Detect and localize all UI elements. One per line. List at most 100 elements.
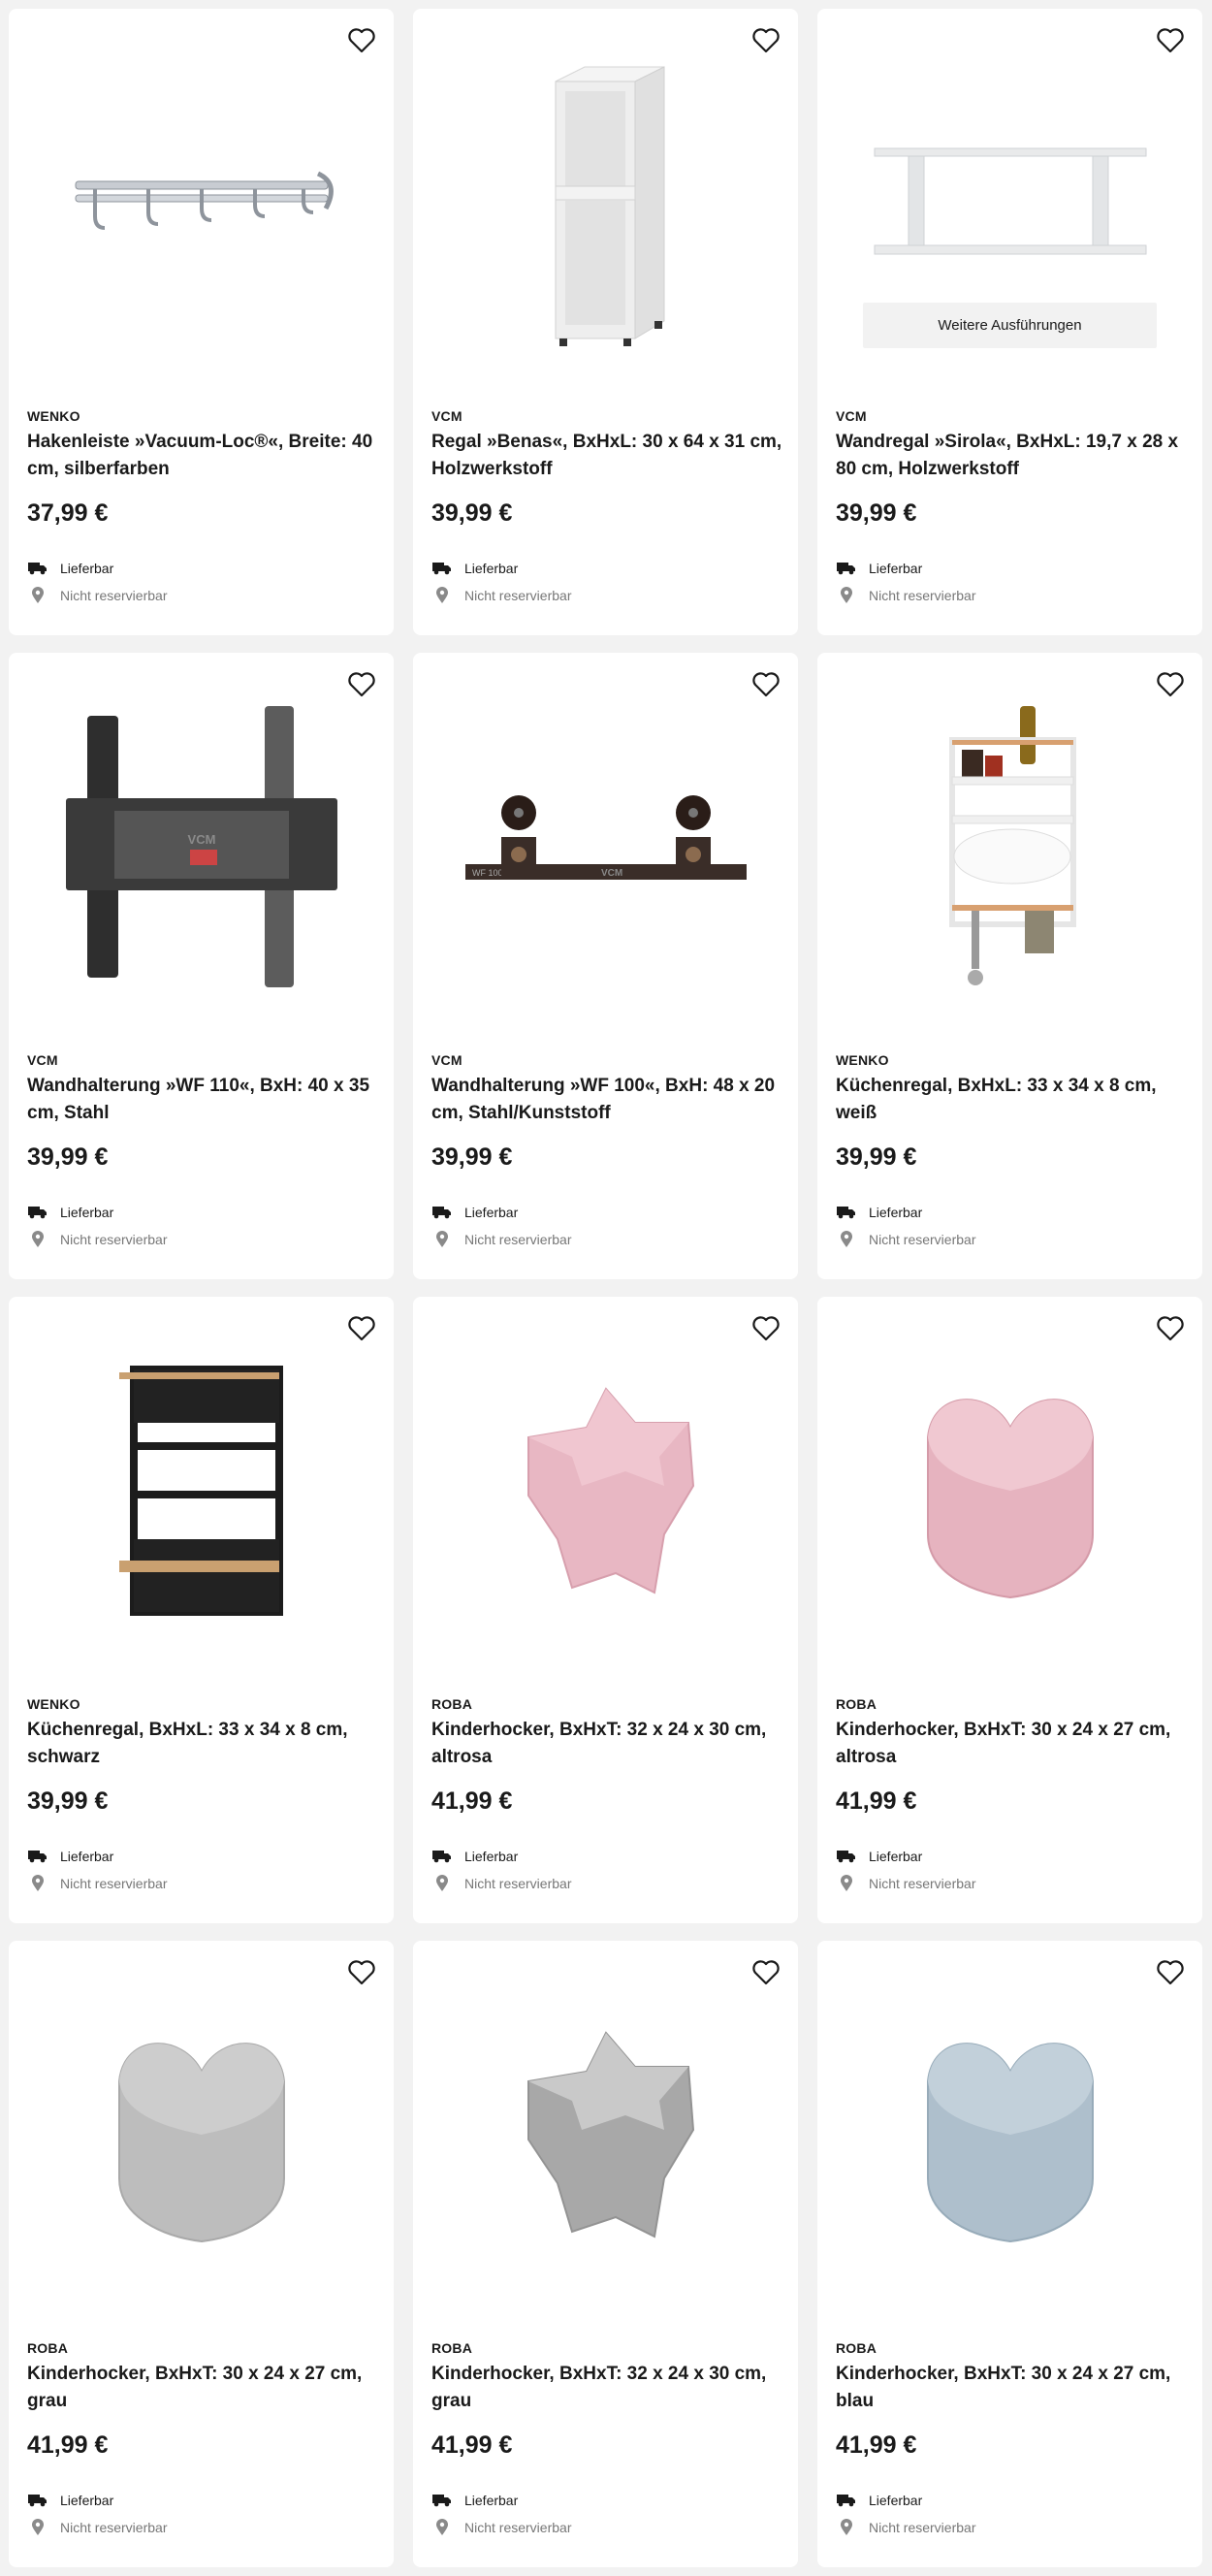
product-price: 39,99 € [431,1143,513,1171]
product-price: 41,99 € [836,2431,917,2459]
truck-icon [27,1204,48,1221]
wishlist-heart-icon[interactable] [1154,1956,1187,1989]
reserve-status: Nicht reservierbar [431,587,571,604]
location-pin-icon [836,1231,857,1248]
delivery-status: Lieferbar [431,2492,518,2509]
reserve-label: Nicht reservierbar [464,588,572,603]
product-title[interactable]: Hakenleiste »Vacuum-Loc®«, Breite: 40 cm… [27,429,386,483]
product-image-stool-star-pink[interactable] [413,1297,798,1685]
delivery-status: Lieferbar [27,1848,113,1865]
location-pin-icon [431,2519,453,2536]
product-card[interactable]: VCM Regal »Benas«, BxHxL: 30 x 64 x 31 c… [413,9,798,635]
product-grid: WENKO Hakenleiste »Vacuum-Loc®«, Breite:… [0,0,1212,2576]
product-card[interactable]: WENKO Hakenleiste »Vacuum-Loc®«, Breite:… [9,9,394,635]
product-image-stool-heart-pink[interactable] [817,1297,1202,1685]
wishlist-heart-icon[interactable] [345,24,378,57]
wishlist-heart-icon[interactable] [750,668,782,701]
product-brand: VCM [431,408,462,424]
product-image-hook-rail[interactable] [9,9,394,397]
product-title[interactable]: Wandhalterung »WF 100«, BxH: 48 x 20 cm,… [431,1073,790,1127]
truck-icon [836,560,857,577]
truck-icon [431,1848,453,1865]
wishlist-heart-icon[interactable] [1154,24,1187,57]
product-title[interactable]: Wandregal »Sirola«, BxHxL: 19,7 x 28 x 8… [836,429,1195,483]
product-title[interactable]: Kinderhocker, BxHxT: 30 x 24 x 27 cm, bl… [836,2361,1195,2415]
product-title[interactable]: Kinderhocker, BxHxT: 32 x 24 x 30 cm, al… [431,1717,790,1771]
reserve-status: Nicht reservierbar [836,1875,975,1892]
wf100-brand-label: VCM [601,868,622,879]
wf110-mount-label: VCM [187,832,215,847]
wishlist-heart-icon[interactable] [1154,1312,1187,1345]
truck-icon [27,1848,48,1865]
wishlist-heart-icon[interactable] [1154,668,1187,701]
product-title[interactable]: Küchenregal, BxHxL: 33 x 34 x 8 cm, schw… [27,1717,386,1771]
product-title[interactable]: Wandhalterung »WF 110«, BxH: 40 x 35 cm,… [27,1073,386,1127]
wishlist-heart-icon[interactable] [750,24,782,57]
product-price: 39,99 € [836,1143,917,1171]
reserve-status: Nicht reservierbar [27,587,167,604]
product-price: 41,99 € [431,1787,513,1815]
product-card[interactable]: WENKO Küchenregal, BxHxL: 33 x 34 x 8 cm… [817,653,1202,1279]
wishlist-heart-icon[interactable] [750,1956,782,1989]
product-title[interactable]: Kinderhocker, BxHxT: 30 x 24 x 27 cm, gr… [27,2361,386,2415]
reserve-status: Nicht reservierbar [431,1875,571,1892]
wishlist-heart-icon[interactable] [345,1956,378,1989]
reserve-label: Nicht reservierbar [464,1876,572,1891]
reserve-status: Nicht reservierbar [836,2519,975,2536]
product-title[interactable]: Regal »Benas«, BxHxL: 30 x 64 x 31 cm, H… [431,429,790,483]
reserve-status: Nicht reservierbar [836,1231,975,1248]
wishlist-heart-icon[interactable] [345,668,378,701]
reserve-label: Nicht reservierbar [464,2520,572,2535]
location-pin-icon [836,587,857,604]
delivery-status: Lieferbar [836,1204,922,1221]
product-title[interactable]: Küchenregal, BxHxL: 33 x 34 x 8 cm, weiß [836,1073,1195,1127]
product-card[interactable]: ROBA Kinderhocker, BxHxT: 30 x 24 x 27 c… [817,1297,1202,1923]
product-image-tv-mount-wf100[interactable]: WF 100 VCM [413,653,798,1041]
product-image-kitchen-rack-black[interactable] [9,1297,394,1685]
product-image-stool-heart-grey[interactable] [9,1941,394,2329]
delivery-label: Lieferbar [464,1849,519,1864]
delivery-label: Lieferbar [60,1849,114,1864]
product-card[interactable]: WF 100 VCM VCM Wandhalterung »WF 100«, B… [413,653,798,1279]
product-title[interactable]: Kinderhocker, BxHxT: 30 x 24 x 27 cm, al… [836,1717,1195,1771]
reserve-label: Nicht reservierbar [464,1232,572,1247]
product-card[interactable]: WENKO Küchenregal, BxHxL: 33 x 34 x 8 cm… [9,1297,394,1923]
product-card[interactable]: ROBA Kinderhocker, BxHxT: 30 x 24 x 27 c… [9,1941,394,2567]
wishlist-heart-icon[interactable] [345,1312,378,1345]
product-brand: WENKO [27,1696,80,1712]
product-image-shelf-tower[interactable] [413,9,798,397]
delivery-label: Lieferbar [464,561,519,576]
product-price: 41,99 € [27,2431,109,2459]
truck-icon [27,560,48,577]
product-card[interactable]: ROBA Kinderhocker, BxHxT: 32 x 24 x 30 c… [413,1941,798,2567]
reserve-status: Nicht reservierbar [431,2519,571,2536]
product-brand: ROBA [836,2340,877,2356]
delivery-label: Lieferbar [464,2493,519,2508]
delivery-status: Lieferbar [27,2492,113,2509]
product-price: 39,99 € [431,499,513,527]
product-brand: ROBA [836,1696,877,1712]
product-brand: WENKO [27,408,80,424]
delivery-label: Lieferbar [869,561,923,576]
product-image-stool-star-grey[interactable] [413,1941,798,2329]
delivery-label: Lieferbar [869,2493,923,2508]
product-card[interactable]: Weitere Ausführungen VCM Wandregal »Siro… [817,9,1202,635]
location-pin-icon [27,587,48,604]
product-image-kitchen-rack-white[interactable] [817,653,1202,1041]
reserve-label: Nicht reservierbar [869,2520,976,2535]
reserve-status: Nicht reservierbar [27,1231,167,1248]
more-variants-button[interactable]: Weitere Ausführungen [863,303,1157,348]
delivery-label: Lieferbar [60,2493,114,2508]
delivery-label: Lieferbar [60,561,114,576]
wishlist-heart-icon[interactable] [750,1312,782,1345]
product-image-tv-mount-wf110[interactable]: VCM [9,653,394,1041]
product-brand: VCM [836,408,867,424]
product-card[interactable]: ROBA Kinderhocker, BxHxT: 32 x 24 x 30 c… [413,1297,798,1923]
product-card[interactable]: VCM VCM Wandhalterung »WF 110«, BxH: 40 … [9,653,394,1279]
location-pin-icon [836,2519,857,2536]
product-title[interactable]: Kinderhocker, BxHxT: 32 x 24 x 30 cm, gr… [431,2361,790,2415]
product-price: 39,99 € [27,1787,109,1815]
product-image-stool-heart-blue[interactable] [817,1941,1202,2329]
product-card[interactable]: ROBA Kinderhocker, BxHxT: 30 x 24 x 27 c… [817,1941,1202,2567]
product-brand: ROBA [27,2340,69,2356]
